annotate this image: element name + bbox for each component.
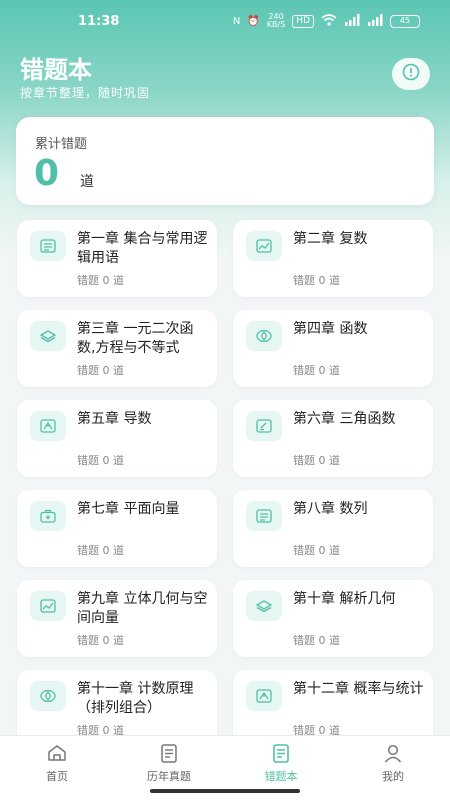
chapter-title: 第二章 复数 (293, 231, 368, 247)
chapter-mistake-count: 错题 0 道 (77, 274, 124, 287)
page-subtitle: 按章节整理，随时巩固 (20, 86, 151, 100)
chapter-title: 第十章 解析几何 (293, 591, 396, 607)
tab-past-papers-label: 历年真题 (147, 770, 191, 783)
document-icon (30, 231, 66, 261)
chapter-title: 第五章 导数 (77, 411, 152, 427)
status-icons: N ⏰ 240 KB/S HD 45 (233, 13, 420, 29)
tab-past-papers[interactable]: 历年真题 (124, 742, 214, 784)
chapter-mistake-count: 错题 0 道 (293, 724, 340, 735)
total-label: 累计错题 (35, 137, 88, 152)
paper-icon (124, 742, 214, 764)
chapter-title: 第九章 立体几何与空间向量 (77, 591, 208, 626)
chapter-title: 第八章 数列 (293, 501, 368, 517)
tab-profile-label: 我的 (382, 770, 404, 783)
signal-icon-1 (344, 13, 360, 29)
home-indicator (150, 789, 300, 793)
chart-icon (246, 231, 282, 261)
chapter-card[interactable]: 第十二章 概率与统计错题 0 道 (233, 670, 433, 735)
notebook-icon (236, 742, 326, 764)
briefcase-icon (30, 501, 66, 531)
chapter-card[interactable]: 第十章 解析几何 错题 0 道 (233, 580, 433, 657)
chapter-mistake-count: 错题 0 道 (293, 364, 340, 377)
chapter-mistake-count: 错题 0 道 (293, 274, 340, 287)
home-icon (12, 742, 102, 764)
chapter-title: 第六章 三角函数 (293, 411, 396, 427)
chapter-card[interactable]: 第九章 立体几何与空间向量错题 0 道 (17, 580, 217, 657)
chapter-mistake-count: 错题 0 道 (293, 634, 340, 647)
chapter-title: 第七章 平面向量 (77, 501, 180, 517)
alarm-icon: ⏰ (247, 15, 260, 27)
chapter-mistake-count: 错题 0 道 (293, 454, 340, 467)
user-icon (348, 742, 438, 764)
chart-icon (30, 591, 66, 621)
document-icon (246, 501, 282, 531)
chapter-card[interactable]: 第十一章 计数原理（排列组合） 错题 0 道 (17, 670, 217, 735)
chapter-title: 第十二章 概率与统计 (293, 681, 424, 697)
chapter-mistake-count: 错题 0 道 (77, 634, 124, 647)
chapter-card[interactable]: 第五章 导数 错题 0 道 (17, 400, 217, 477)
net-speed: 240 KB/S (266, 12, 286, 29)
wifi-icon (321, 13, 337, 29)
status-bar: 11:38 N ⏰ 240 KB/S HD 45 (0, 0, 450, 44)
tab-home-label: 首页 (46, 770, 68, 783)
chapter-mistake-count: 错题 0 道 (293, 544, 340, 557)
tab-mistakes[interactable]: 错题本 (236, 742, 326, 784)
chapter-card[interactable]: 第八章 数列 错题 0 道 (233, 490, 433, 567)
chapter-card[interactable]: 第四章 函数 错题 0 道 (233, 310, 433, 387)
edit-icon (246, 411, 282, 441)
graph-icon (30, 411, 66, 441)
total-mistakes-card: 累计错题 0 道 (16, 117, 434, 205)
tab-mistakes-label: 错题本 (264, 770, 298, 783)
chapter-title: 第四章 函数 (293, 321, 368, 337)
graph-icon (246, 681, 282, 711)
chapter-card[interactable]: 第二章 复数 错题 0 道 (233, 220, 433, 297)
battery-icon: 45 (390, 14, 420, 28)
nfc-icon: N (232, 15, 241, 27)
info-button[interactable] (392, 58, 430, 90)
chapter-mistake-count: 错题 0 道 (77, 724, 124, 735)
chapter-title: 第一章 集合与常用逻辑用语 (77, 231, 208, 266)
hd-badge: HD (292, 14, 314, 28)
info-icon (402, 63, 420, 85)
eye-icon (30, 681, 66, 711)
chapter-card[interactable]: 第三章 一元二次函数,方程与不等式错题 0 道 (17, 310, 217, 387)
chapter-title: 第十一章 计数原理（排列组合） (77, 681, 194, 716)
eye-icon (246, 321, 282, 351)
chapter-mistake-count: 错题 0 道 (77, 364, 124, 377)
tab-home[interactable]: 首页 (12, 742, 102, 784)
chapter-mistake-count: 错题 0 道 (77, 544, 124, 557)
chapter-card[interactable]: 第六章 三角函数 错题 0 道 (233, 400, 433, 477)
layers-icon (246, 591, 282, 621)
chapter-grid: 第一章 集合与常用逻辑用语 错题 0 道第二章 复数 错题 0 道第三章 一元二次函… (0, 210, 450, 735)
layers-icon (30, 321, 66, 351)
chapter-mistake-count: 错题 0 道 (77, 454, 124, 467)
total-unit: 道 (80, 174, 94, 190)
chapter-card[interactable]: 第一章 集合与常用逻辑用语错题 0 道 (17, 220, 217, 297)
chapter-card[interactable]: 第七章 平面向量 错题 0 道 (17, 490, 217, 567)
page-title: 错题本 (20, 56, 92, 84)
signal-icon-2 (367, 13, 383, 29)
status-time: 11:38 (78, 14, 120, 29)
chapter-title: 第三章 一元二次函数,方程与不等式 (77, 321, 194, 356)
tab-profile[interactable]: 我的 (348, 742, 438, 784)
total-value: 0 (34, 153, 60, 194)
